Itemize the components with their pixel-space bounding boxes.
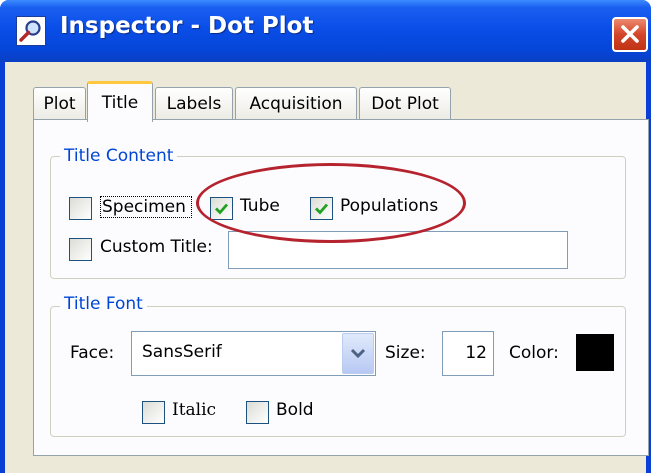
tab-labels[interactable]: Labels	[155, 87, 233, 120]
tab-label: Acquisition	[249, 94, 343, 114]
chevron-down-icon	[350, 348, 366, 359]
face-select[interactable]: SansSerif	[131, 331, 376, 376]
color-label: Color:	[509, 343, 559, 363]
specimen-label: Specimen	[100, 196, 192, 223]
tab-dot-plot[interactable]: Dot Plot	[359, 87, 451, 120]
face-select-value: SansSerif	[142, 342, 222, 362]
size-label: Size:	[385, 343, 426, 363]
window-title: Inspector - Dot Plot	[60, 13, 314, 39]
size-input[interactable]: 12	[442, 331, 494, 376]
custom-title-checkbox[interactable]	[69, 238, 92, 261]
tab-label: Plot	[43, 94, 76, 114]
tab-label: Labels	[166, 94, 222, 114]
tab-label: Title	[101, 93, 139, 113]
face-dropdown-button[interactable]	[342, 333, 374, 374]
bold-label: Bold	[276, 400, 314, 420]
highlight-circle	[196, 163, 466, 243]
face-label: Face:	[70, 343, 115, 363]
tab-plot[interactable]: Plot	[33, 87, 86, 120]
close-button[interactable]	[612, 17, 648, 52]
tab-title[interactable]: Title	[87, 81, 153, 122]
italic-checkbox[interactable]	[142, 401, 165, 424]
bold-checkbox[interactable]	[246, 401, 269, 424]
magnifier-icon	[16, 16, 46, 46]
inspector-window: Inspector - Dot Plot Plot Title Labels A…	[0, 0, 651, 473]
title-content-heading: Title Content	[60, 146, 178, 166]
specimen-checkbox[interactable]	[69, 197, 92, 220]
color-swatch[interactable]	[576, 334, 614, 371]
custom-title-label: Custom Title:	[100, 237, 213, 257]
title-font-heading: Title Font	[60, 294, 147, 314]
size-value: 12	[465, 343, 487, 363]
tab-label: Dot Plot	[371, 94, 439, 114]
tab-acquisition[interactable]: Acquisition	[235, 87, 357, 120]
title-bar[interactable]: Inspector - Dot Plot	[0, 0, 651, 62]
close-icon	[621, 25, 639, 43]
italic-label: Italic	[172, 400, 217, 420]
